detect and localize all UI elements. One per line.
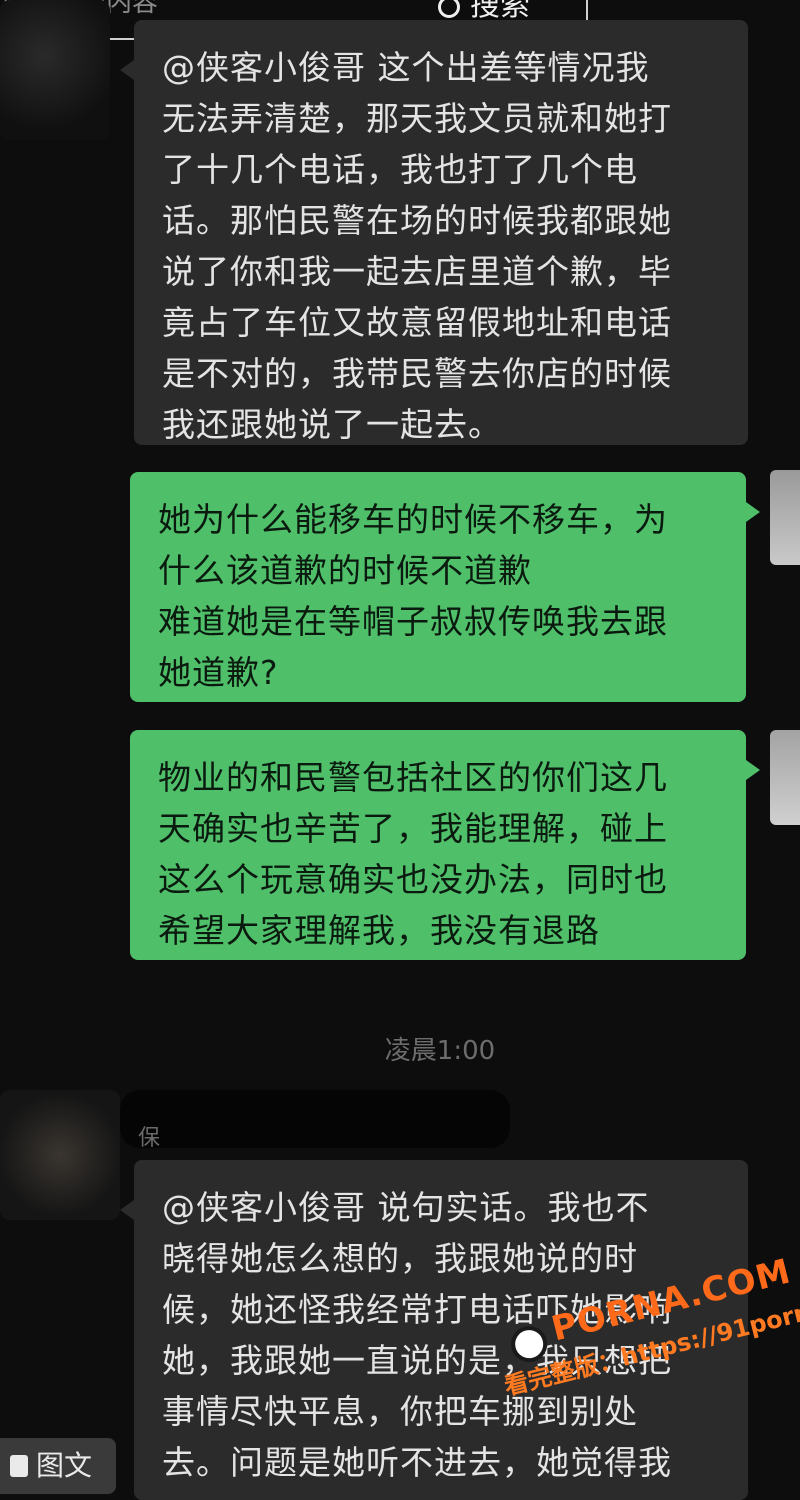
avatar[interactable] (770, 470, 800, 565)
avatar[interactable] (0, 0, 110, 140)
message-line: 物业的和民警包括社区的你们这几 (158, 758, 668, 797)
message-line: 她为什么能移车的时候不移车，为 (158, 500, 668, 539)
avatar[interactable] (770, 730, 800, 825)
redacted-sender-name (120, 1090, 510, 1148)
document-icon (10, 1455, 28, 1477)
message-line: 我还跟她说了一起去。 (162, 405, 502, 444)
avatar[interactable] (0, 1090, 120, 1220)
search-icon (438, 0, 460, 18)
message-bubble-incoming[interactable]: @侠客小俊哥 这个出差等情况我 无法弄清楚，那天我文员就和她打 了十几个电话，我… (120, 20, 748, 445)
message-line: @侠客小俊哥 说句实话。我也不 (162, 1188, 650, 1227)
message-line: 是不对的，我带民警去你店的时候 (162, 354, 672, 393)
message-line: 什么该道歉的时候不道歉 (158, 551, 532, 590)
message-timestamp: 凌晨1:00 (384, 1036, 496, 1066)
image-text-button-label: 图文 (36, 1449, 93, 1482)
message-bubble-outgoing[interactable]: 她为什么能移车的时候不移车，为 什么该道歉的时候不道歉 难道她是在等帽子叔叔传唤… (130, 472, 760, 702)
message-line: 无法弄清楚，那天我文员就和她打 (162, 99, 672, 138)
message-line: 去。问题是她听不进去，她觉得我 (162, 1443, 672, 1482)
message-line: 希望大家理解我，我没有退路 (158, 911, 600, 950)
message-line: 话。那怕民警在场的时候我都跟她 (162, 201, 672, 240)
message-line: 竟占了车位又故意留假地址和电话 (162, 303, 672, 342)
sender-name-fragment: 保 (138, 1126, 161, 1151)
message-line: 了十几个电话，我也打了几个电 (162, 150, 638, 189)
message-line: 天确实也辛苦了，我能理解，碰上 (158, 809, 668, 848)
message-line: 晓得她怎么想的，我跟她说的时 (162, 1239, 638, 1278)
message-line: 难道她是在等帽子叔叔传唤我去跟 (158, 602, 668, 641)
message-line: 这么个玩意确实也没办法，同时也 (158, 860, 668, 899)
image-text-button[interactable]: 图文 (0, 1438, 116, 1494)
message-line: 她道歉? (158, 653, 279, 692)
message-bubble-outgoing[interactable]: 物业的和民警包括社区的你们这几 天确实也辛苦了，我能理解，碰上 这么个玩意确实也… (130, 730, 760, 960)
message-line: @侠客小俊哥 这个出差等情况我 (162, 48, 650, 87)
message-line: 说了你和我一起去店里道个歉，毕 (162, 252, 672, 291)
